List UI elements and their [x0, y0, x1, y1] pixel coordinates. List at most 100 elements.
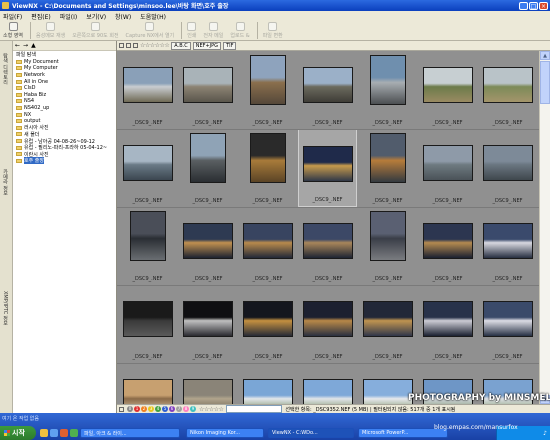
- thumbnail-image[interactable]: [369, 211, 406, 261]
- thumbnail-image[interactable]: [482, 145, 533, 181]
- thumbnail-image[interactable]: [122, 145, 173, 181]
- thumbnail-cell[interactable]: _DSC9_.NEF: [118, 207, 177, 285]
- tag-icon[interactable]: [119, 406, 124, 412]
- thumbnail-cell[interactable]: _DSC9_.NEF: [358, 129, 417, 207]
- toolbar-button[interactable]: 업로드 &: [230, 21, 250, 39]
- thumbnail-image[interactable]: [302, 223, 353, 259]
- thumbnail-image[interactable]: [249, 55, 286, 105]
- thumbnail-cell[interactable]: _DSC9_.NEF: [478, 207, 537, 285]
- tif-filter-button[interactable]: TIF: [223, 41, 237, 50]
- scroll-up-icon[interactable]: ▲: [540, 51, 550, 60]
- thumbnail-image[interactable]: [122, 67, 173, 103]
- quick-launch-icon[interactable]: [50, 429, 58, 437]
- color-label-icon[interactable]: 0: [127, 406, 133, 412]
- toolbar-button[interactable]: Capture NX에서 열기: [126, 21, 174, 39]
- thumbnail-cell[interactable]: _DSC9_.NEF: [178, 363, 237, 404]
- color-label-icon[interactable]: 6: [169, 406, 175, 412]
- menu-item[interactable]: 도움말(H): [140, 12, 166, 21]
- thumbnail-cell[interactable]: _DSC9_.NEF: [178, 129, 237, 207]
- speaker-icon[interactable]: ♪: [543, 430, 547, 437]
- thumbnail-image[interactable]: [189, 133, 226, 183]
- thumbnail-cell[interactable]: _DSC9_.NEF: [418, 129, 477, 207]
- filename-box[interactable]: [226, 405, 283, 413]
- thumbnail-cell[interactable]: _DSC9_.NEF: [238, 51, 297, 129]
- thumbnail-cell[interactable]: _DSC9_.NEF: [238, 129, 297, 207]
- thumbnail-image[interactable]: [302, 379, 353, 404]
- folder-tree-item[interactable]: 호주 출장: [13, 157, 116, 165]
- thumbnail-image[interactable]: [302, 67, 353, 103]
- thumbnail-cell[interactable]: _DSC9_.NEF: [418, 51, 477, 129]
- color-label-icon[interactable]: 7: [176, 406, 182, 412]
- thumbnail-image[interactable]: [182, 223, 233, 259]
- thumbnail-cell[interactable]: _DSC9_.NEF: [118, 363, 177, 404]
- color-label-icon[interactable]: 1: [134, 406, 140, 412]
- thumbnail-image[interactable]: [482, 223, 533, 259]
- thumbnail-cell[interactable]: _DSC9_.NEF: [178, 51, 237, 129]
- folder-tree-item[interactable]: NX: [13, 111, 116, 118]
- color-label-icon[interactable]: 9: [190, 406, 196, 412]
- toolbar-button[interactable]: 인쇄: [187, 21, 196, 39]
- unrated-icon[interactable]: [133, 43, 138, 48]
- color-label-icon[interactable]: 4: [155, 406, 161, 412]
- thumbnail-cell[interactable]: _DSC9_.NEF: [418, 207, 477, 285]
- thumbnail-cell[interactable]: _DSC9_.NEF: [178, 207, 237, 285]
- taskbar-button[interactable]: Nikon Imaging Kor...: [186, 428, 264, 438]
- thumbnail-image[interactable]: [362, 301, 413, 337]
- thumbnail-image[interactable]: [242, 379, 293, 404]
- thumbnail-cell[interactable]: _DSC9_.NEF: [298, 363, 357, 404]
- folder-tree-item[interactable]: All in One: [13, 78, 116, 85]
- thumbnail-image[interactable]: [302, 301, 353, 337]
- thumbnail-cell[interactable]: _DSC9_.NEF: [418, 285, 477, 363]
- thumbnail-image[interactable]: [249, 133, 286, 183]
- side-tab[interactable]: 카메라 정보: [2, 169, 9, 196]
- thumbnail-image[interactable]: [422, 223, 473, 259]
- rating-stars[interactable]: ☆☆☆☆☆: [199, 406, 224, 413]
- forward-icon[interactable]: →: [23, 42, 28, 49]
- thumbnail-image[interactable]: [369, 55, 406, 105]
- thumbnail-cell[interactable]: _DSC9_.NEF: [178, 285, 237, 363]
- thumbnail-cell[interactable]: _DSC9_.NEF: [118, 285, 177, 363]
- close-button[interactable]: ×: [539, 1, 548, 10]
- thumbnail-image[interactable]: [369, 133, 406, 183]
- rating-filter-stars[interactable]: ☆☆☆☆☆☆: [140, 42, 170, 49]
- menu-item[interactable]: 보기(V): [86, 12, 106, 21]
- minimize-button[interactable]: _: [519, 1, 528, 10]
- up-folder-icon[interactable]: ▲: [31, 42, 36, 49]
- thumbnail-image[interactable]: [422, 67, 473, 103]
- filter-icon[interactable]: [126, 43, 131, 48]
- abc-sort-button[interactable]: A.B.C: [171, 41, 191, 50]
- menu-item[interactable]: 편집(E): [31, 12, 51, 21]
- thumbnail-image[interactable]: [482, 301, 533, 337]
- thumbnail-image[interactable]: [242, 223, 293, 259]
- toolbar-button[interactable]: 소형 영역: [3, 21, 23, 39]
- thumbnail-image[interactable]: [122, 379, 173, 404]
- folder-tree-item[interactable]: NS402_up: [13, 105, 116, 112]
- toolbar-button[interactable]: 파일 변환: [263, 21, 283, 39]
- quick-launch-icon[interactable]: [70, 429, 78, 437]
- toolbar-button[interactable]: 오른쪽으로 90도 회전: [72, 21, 119, 39]
- thumbnail-image[interactable]: [122, 301, 173, 337]
- thumbnail-image[interactable]: [242, 301, 293, 337]
- thumbnail-cell[interactable]: _DSC9_.NEF: [118, 51, 177, 129]
- thumbnail-image[interactable]: [482, 67, 533, 103]
- scroll-thumb[interactable]: [540, 61, 550, 104]
- quick-launch-icon[interactable]: [60, 429, 68, 437]
- thumbnail-image[interactable]: [302, 146, 353, 182]
- thumbnail-image[interactable]: [362, 379, 413, 404]
- toolbar-button[interactable]: 음성메모 재생: [36, 21, 65, 39]
- menu-item[interactable]: 파일(I): [60, 12, 78, 21]
- maximize-button[interactable]: □: [529, 1, 538, 10]
- thumbnail-cell[interactable]: _DSC9_.NEF: [238, 207, 297, 285]
- side-tab[interactable]: XMP/IPTC 정보: [2, 291, 9, 326]
- thumbnail-cell[interactable]: _DSC9_.NEF: [478, 129, 537, 207]
- thumbnail-image[interactable]: [182, 301, 233, 337]
- menu-item[interactable]: 창(W): [115, 12, 131, 21]
- thumbnail-cell[interactable]: _DSC9_.NEF: [238, 363, 297, 404]
- view-mode-icon[interactable]: [119, 43, 124, 48]
- color-label-icon[interactable]: 2: [141, 406, 147, 412]
- color-label-icon[interactable]: 3: [148, 406, 154, 412]
- folder-tree-item[interactable]: Haba Biz: [13, 92, 116, 99]
- thumbnail-cell[interactable]: _DSC9_.NEF: [478, 285, 537, 363]
- thumbnail-cell[interactable]: _DSC9_.NEF: [298, 285, 357, 363]
- thumbnail-cell[interactable]: _DSC9_.NEF: [298, 129, 357, 207]
